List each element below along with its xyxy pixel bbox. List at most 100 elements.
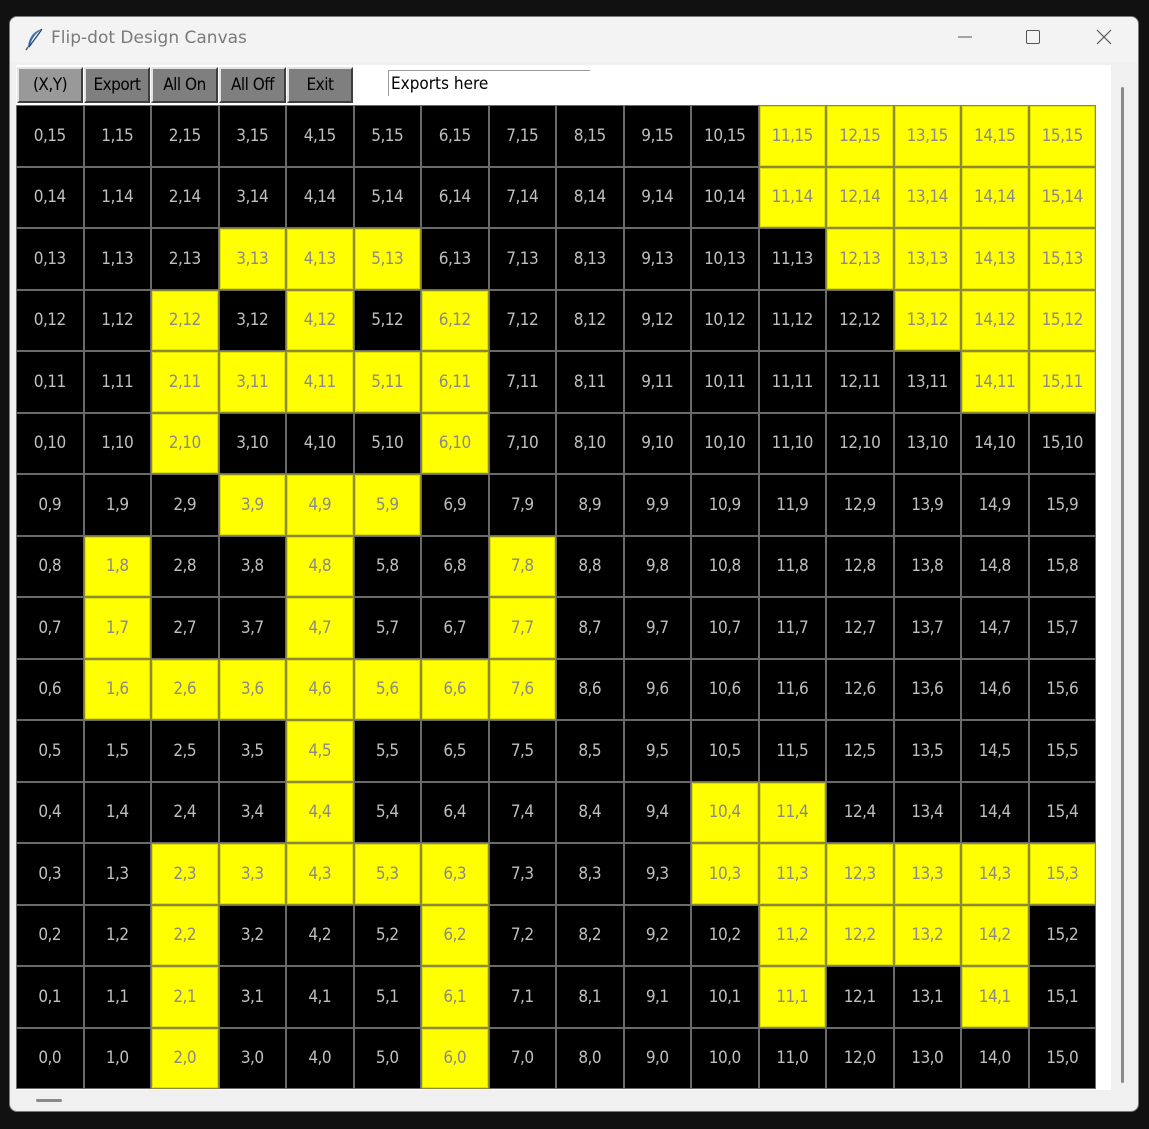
dot-cell-0-9[interactable]: 0,9	[16, 474, 84, 536]
dot-cell-8-2[interactable]: 8,2	[556, 904, 624, 966]
dot-cell-6-12[interactable]: 6,12	[421, 289, 489, 351]
dot-cell-10-15[interactable]: 10,15	[691, 105, 759, 167]
dot-cell-9-5[interactable]: 9,5	[623, 720, 691, 782]
dot-cell-12-2[interactable]: 12,2	[826, 904, 894, 966]
dot-cell-8-15[interactable]: 8,15	[556, 105, 624, 167]
dot-cell-5-0[interactable]: 5,0	[353, 1027, 421, 1089]
dot-cell-6-9[interactable]: 6,9	[421, 474, 489, 536]
dot-cell-0-11[interactable]: 0,11	[16, 351, 84, 413]
xy-button[interactable]: (X,Y)	[17, 67, 83, 103]
dot-cell-15-6[interactable]: 15,6	[1028, 658, 1096, 720]
dot-cell-7-0[interactable]: 7,0	[488, 1027, 556, 1089]
dot-cell-13-1[interactable]: 13,1	[893, 966, 961, 1028]
dot-cell-6-2[interactable]: 6,2	[421, 904, 489, 966]
dot-cell-10-2[interactable]: 10,2	[691, 904, 759, 966]
dot-cell-13-14[interactable]: 13,14	[893, 166, 961, 228]
dot-cell-12-6[interactable]: 12,6	[826, 658, 894, 720]
dot-cell-2-3[interactable]: 2,3	[151, 843, 219, 905]
dot-cell-11-13[interactable]: 11,13	[758, 228, 826, 290]
all-off-button[interactable]: All Off	[219, 67, 286, 103]
dot-cell-9-9[interactable]: 9,9	[623, 474, 691, 536]
dot-cell-15-1[interactable]: 15,1	[1028, 966, 1096, 1028]
dot-cell-1-6[interactable]: 1,6	[83, 658, 151, 720]
dot-cell-7-5[interactable]: 7,5	[488, 720, 556, 782]
dot-cell-0-14[interactable]: 0,14	[16, 166, 84, 228]
dot-cell-3-14[interactable]: 3,14	[218, 166, 286, 228]
dot-cell-14-12[interactable]: 14,12	[961, 289, 1029, 351]
dot-cell-3-15[interactable]: 3,15	[218, 105, 286, 167]
dot-cell-5-15[interactable]: 5,15	[353, 105, 421, 167]
dot-cell-7-6[interactable]: 7,6	[488, 658, 556, 720]
dot-cell-4-11[interactable]: 4,11	[286, 351, 354, 413]
dot-cell-10-0[interactable]: 10,0	[691, 1027, 759, 1089]
dot-cell-12-8[interactable]: 12,8	[826, 535, 894, 597]
dot-cell-3-7[interactable]: 3,7	[218, 597, 286, 659]
dot-cell-6-10[interactable]: 6,10	[421, 412, 489, 474]
dot-cell-10-9[interactable]: 10,9	[691, 474, 759, 536]
dot-cell-3-6[interactable]: 3,6	[218, 658, 286, 720]
dot-cell-9-2[interactable]: 9,2	[623, 904, 691, 966]
dot-cell-4-6[interactable]: 4,6	[286, 658, 354, 720]
dot-cell-11-10[interactable]: 11,10	[758, 412, 826, 474]
dot-cell-7-9[interactable]: 7,9	[488, 474, 556, 536]
dot-cell-5-3[interactable]: 5,3	[353, 843, 421, 905]
dot-cell-4-12[interactable]: 4,12	[286, 289, 354, 351]
dot-cell-2-0[interactable]: 2,0	[151, 1027, 219, 1089]
dot-cell-15-7[interactable]: 15,7	[1028, 597, 1096, 659]
dot-cell-10-4[interactable]: 10,4	[691, 781, 759, 843]
dot-cell-5-11[interactable]: 5,11	[353, 351, 421, 413]
dot-cell-13-5[interactable]: 13,5	[893, 720, 961, 782]
dot-cell-0-7[interactable]: 0,7	[16, 597, 84, 659]
dot-cell-14-6[interactable]: 14,6	[961, 658, 1029, 720]
dot-cell-13-11[interactable]: 13,11	[893, 351, 961, 413]
dot-cell-14-14[interactable]: 14,14	[961, 166, 1029, 228]
dot-cell-9-1[interactable]: 9,1	[623, 966, 691, 1028]
dot-cell-11-15[interactable]: 11,15	[758, 105, 826, 167]
dot-cell-8-11[interactable]: 8,11	[556, 351, 624, 413]
dot-cell-1-0[interactable]: 1,0	[83, 1027, 151, 1089]
dot-cell-1-12[interactable]: 1,12	[83, 289, 151, 351]
dot-cell-1-4[interactable]: 1,4	[83, 781, 151, 843]
dot-cell-15-9[interactable]: 15,9	[1028, 474, 1096, 536]
dot-cell-11-14[interactable]: 11,14	[758, 166, 826, 228]
dot-cell-14-13[interactable]: 14,13	[961, 228, 1029, 290]
dot-cell-4-4[interactable]: 4,4	[286, 781, 354, 843]
dot-cell-3-13[interactable]: 3,13	[218, 228, 286, 290]
dot-cell-0-0[interactable]: 0,0	[16, 1027, 84, 1089]
dot-cell-7-7[interactable]: 7,7	[488, 597, 556, 659]
dot-cell-12-5[interactable]: 12,5	[826, 720, 894, 782]
dot-cell-7-15[interactable]: 7,15	[488, 105, 556, 167]
dot-cell-8-13[interactable]: 8,13	[556, 228, 624, 290]
dot-cell-10-14[interactable]: 10,14	[691, 166, 759, 228]
dot-cell-2-14[interactable]: 2,14	[151, 166, 219, 228]
dot-cell-15-4[interactable]: 15,4	[1028, 781, 1096, 843]
dot-cell-8-5[interactable]: 8,5	[556, 720, 624, 782]
dot-cell-14-10[interactable]: 14,10	[961, 412, 1029, 474]
dot-cell-10-11[interactable]: 10,11	[691, 351, 759, 413]
dot-cell-4-7[interactable]: 4,7	[286, 597, 354, 659]
dot-cell-6-5[interactable]: 6,5	[421, 720, 489, 782]
dot-cell-2-1[interactable]: 2,1	[151, 966, 219, 1028]
dot-cell-0-15[interactable]: 0,15	[16, 105, 84, 167]
dot-cell-14-11[interactable]: 14,11	[961, 351, 1029, 413]
dot-cell-14-1[interactable]: 14,1	[961, 966, 1029, 1028]
dot-cell-8-14[interactable]: 8,14	[556, 166, 624, 228]
dot-cell-3-3[interactable]: 3,3	[218, 843, 286, 905]
dot-cell-3-1[interactable]: 3,1	[218, 966, 286, 1028]
close-button[interactable]	[1074, 17, 1134, 61]
dot-cell-12-12[interactable]: 12,12	[826, 289, 894, 351]
dot-cell-5-2[interactable]: 5,2	[353, 904, 421, 966]
dot-cell-7-13[interactable]: 7,13	[488, 228, 556, 290]
dot-cell-1-14[interactable]: 1,14	[83, 166, 151, 228]
dot-cell-2-4[interactable]: 2,4	[151, 781, 219, 843]
dot-cell-5-13[interactable]: 5,13	[353, 228, 421, 290]
dot-cell-7-3[interactable]: 7,3	[488, 843, 556, 905]
dot-cell-5-10[interactable]: 5,10	[353, 412, 421, 474]
dot-cell-1-8[interactable]: 1,8	[83, 535, 151, 597]
dot-cell-6-13[interactable]: 6,13	[421, 228, 489, 290]
dot-cell-8-0[interactable]: 8,0	[556, 1027, 624, 1089]
dot-cell-7-14[interactable]: 7,14	[488, 166, 556, 228]
dot-cell-11-6[interactable]: 11,6	[758, 658, 826, 720]
dot-cell-13-0[interactable]: 13,0	[893, 1027, 961, 1089]
dot-cell-0-8[interactable]: 0,8	[16, 535, 84, 597]
